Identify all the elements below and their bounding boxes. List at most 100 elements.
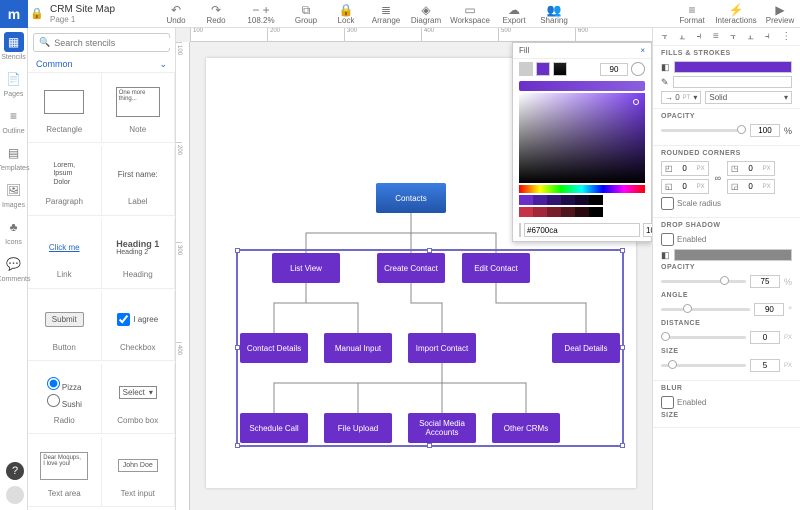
- rail-pages[interactable]: 📄: [4, 69, 24, 89]
- hue-slider[interactable]: [519, 185, 645, 193]
- shadow-color-bar[interactable]: [674, 249, 792, 261]
- diagram-button[interactable]: ◈Diagram: [406, 3, 446, 25]
- align-icons[interactable]: ⫟⫠⫞≡⫟⫠⫞⋮: [653, 28, 800, 46]
- redo-button[interactable]: ↷Redo: [196, 3, 236, 25]
- category-common[interactable]: Common⌄: [28, 57, 175, 73]
- scale-radius-check[interactable]: Scale radius: [661, 197, 792, 210]
- user-avatar[interactable]: [6, 486, 24, 504]
- canvas[interactable]: 100200300400500600 100200300400 Contacts…: [176, 28, 652, 510]
- corner-tr[interactable]: ◳ PX: [727, 161, 775, 176]
- shadow-angle-slider: [661, 308, 750, 311]
- sharing-icon: 👥: [534, 3, 574, 16]
- stencil-radio[interactable]: Pizza SushiRadio: [28, 364, 102, 434]
- search-input[interactable]: [54, 38, 171, 48]
- rail-icons[interactable]: ♣: [4, 217, 24, 237]
- shadow-size-slider: [661, 364, 746, 367]
- stencil-button[interactable]: SubmitButton: [28, 291, 102, 361]
- fill-none[interactable]: [519, 62, 533, 76]
- stroke-width[interactable]: → 0PT▾: [661, 91, 701, 104]
- fill-solid[interactable]: [536, 62, 550, 76]
- rail-templates[interactable]: ▤: [4, 143, 24, 163]
- export-icon: ☁: [494, 3, 534, 16]
- alpha-input[interactable]: [643, 223, 652, 237]
- hex-input[interactable]: [524, 223, 640, 237]
- current-color-swatch: [519, 223, 521, 237]
- gradient-bar[interactable]: [519, 81, 645, 91]
- redo-icon: ↷: [196, 3, 236, 16]
- stroke-icon: ✎: [661, 77, 669, 88]
- stroke-style[interactable]: Solid▾: [705, 91, 792, 104]
- ruler-vertical: 100200300400: [176, 42, 190, 510]
- link-corners-icon[interactable]: ∞: [715, 173, 721, 183]
- sharing-button[interactable]: 👥Sharing: [534, 3, 574, 25]
- stencil-label[interactable]: First name:Label: [102, 146, 176, 216]
- selection-box[interactable]: [236, 249, 624, 447]
- lock-button[interactable]: 🔒Lock: [326, 3, 366, 25]
- stencil-combo[interactable]: Select▾Combo box: [102, 364, 176, 434]
- stencil-textinput[interactable]: John DoeText input: [102, 437, 176, 507]
- corner-br[interactable]: ◲ PX: [727, 179, 775, 194]
- stroke-color-bar[interactable]: [673, 76, 792, 88]
- workspace-button[interactable]: ▭Workspace: [446, 3, 494, 25]
- stencil-note[interactable]: One more thing...Note: [102, 73, 176, 143]
- fill-gradient[interactable]: [553, 62, 567, 76]
- export-button[interactable]: ☁Export: [494, 3, 534, 25]
- fill-title: Fill: [519, 46, 529, 55]
- rail-comments[interactable]: 💬: [4, 254, 24, 274]
- corner-bl[interactable]: ◱ PX: [661, 179, 709, 194]
- stencil-link[interactable]: Click meLink: [28, 219, 102, 289]
- zoom-control[interactable]: − +108.2%: [236, 3, 286, 25]
- lock-icon[interactable]: 🔒: [28, 7, 46, 20]
- doc-title: CRM Site Map: [50, 4, 152, 15]
- group-button[interactable]: ⧉Group: [286, 3, 326, 25]
- undo-icon: ↶: [156, 3, 196, 16]
- stencil-paragraph[interactable]: Lorem, Ipsum DolorParagraph: [28, 146, 102, 216]
- diagram-icon: ◈: [406, 3, 446, 16]
- preset-swatches-2[interactable]: [519, 207, 645, 217]
- close-icon[interactable]: ×: [640, 46, 645, 55]
- zoom-icon: − +: [236, 3, 286, 16]
- doc-page: Page 1: [50, 15, 152, 24]
- stencil-textarea[interactable]: Dear Moqups, I love you!Text area: [28, 437, 102, 507]
- stencil-checkbox[interactable]: I agreeCheckbox: [102, 291, 176, 361]
- top-toolbar: m 🔒 CRM Site Map Page 1 ↶Undo ↷Redo − +1…: [0, 0, 800, 28]
- blur-enabled-check[interactable]: Enabled: [661, 396, 792, 409]
- stencils-panel: 🔍 Common⌄ Rectangle One more thing...Not…: [28, 28, 176, 510]
- search-icon: 🔍: [39, 37, 50, 48]
- fill-color-bar[interactable]: [674, 61, 792, 73]
- opacity-slider[interactable]: [661, 129, 746, 132]
- fill-opacity-input[interactable]: [600, 63, 628, 76]
- shadow-enabled-check[interactable]: Enabled: [661, 233, 792, 246]
- undo-button[interactable]: ↶Undo: [156, 3, 196, 25]
- stencil-rectangle[interactable]: Rectangle: [28, 73, 102, 143]
- fill-icon: ◧: [661, 62, 670, 73]
- format-button[interactable]: ≡Format: [672, 3, 712, 25]
- lock-tool-icon: 🔒: [326, 3, 366, 16]
- color-field[interactable]: [519, 93, 645, 183]
- left-rail: ▦Stencils 📄Pages ≡Outline ▤Templates 🖼Im…: [0, 28, 28, 510]
- rail-stencils[interactable]: ▦: [4, 32, 24, 52]
- opacity-ring-icon: [631, 62, 645, 76]
- opacity-value[interactable]: [750, 124, 780, 137]
- corner-tl[interactable]: ◰ PX: [661, 161, 709, 176]
- rail-outline[interactable]: ≡: [4, 106, 24, 126]
- chevron-down-icon: ⌄: [159, 59, 167, 70]
- format-icon: ≡: [672, 3, 712, 16]
- help-button[interactable]: ?: [6, 462, 24, 480]
- fill-popover: Fill× %: [512, 42, 652, 242]
- preset-swatches[interactable]: [519, 195, 645, 205]
- rail-images[interactable]: 🖼: [4, 180, 24, 200]
- ruler-horizontal: 100200300400500600: [190, 28, 652, 42]
- arrange-button[interactable]: ≣Arrange: [366, 3, 406, 25]
- shadow-opacity-slider: [661, 280, 746, 283]
- shadow-color-icon: ◧: [661, 250, 670, 261]
- shadow-dist-slider: [661, 336, 746, 339]
- stencil-heading[interactable]: Heading 1Heading 2Heading: [102, 219, 176, 289]
- preview-icon: ▶: [760, 3, 800, 16]
- doc-title-area[interactable]: CRM Site Map Page 1: [46, 3, 156, 25]
- preview-button[interactable]: ▶Preview: [760, 3, 800, 25]
- interactions-button[interactable]: ⚡Interactions: [712, 3, 760, 25]
- search-box[interactable]: 🔍: [33, 33, 170, 52]
- app-logo[interactable]: m: [0, 0, 28, 28]
- node-contacts[interactable]: Contacts: [376, 183, 446, 213]
